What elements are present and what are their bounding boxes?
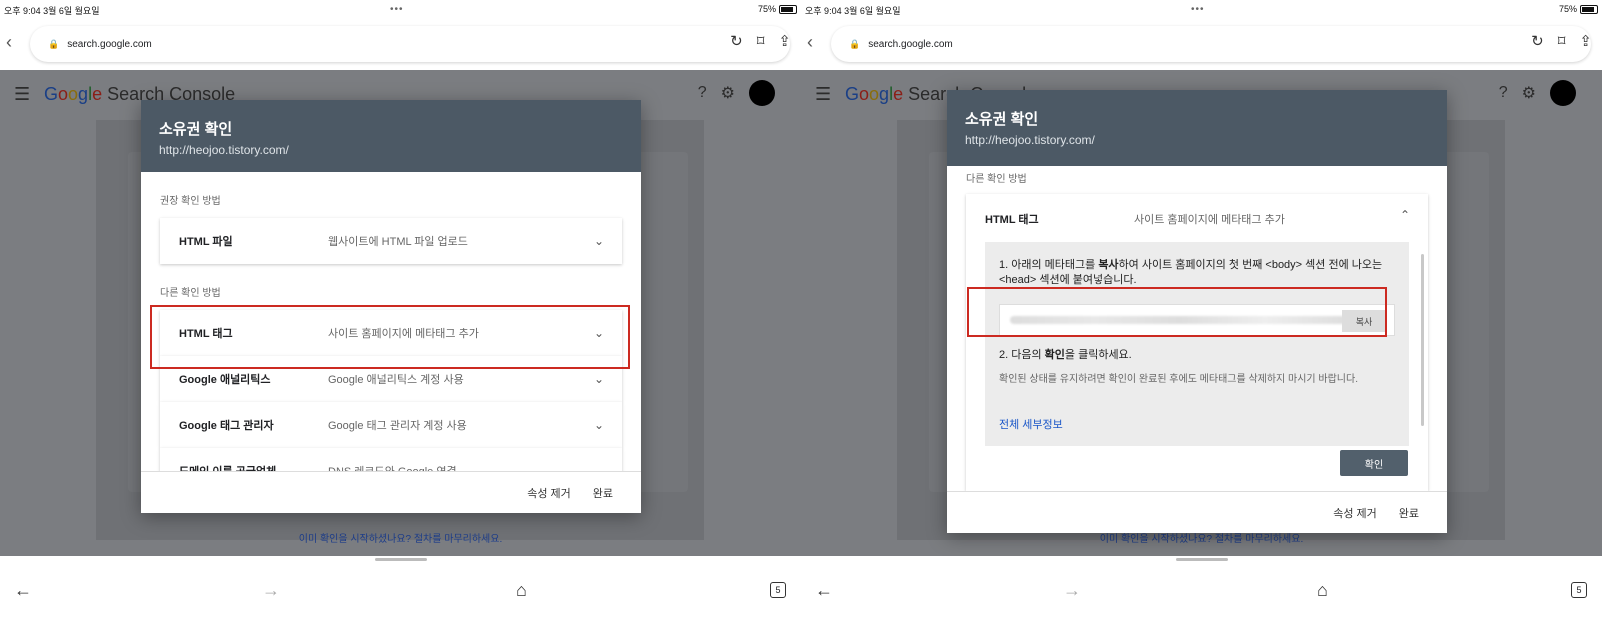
battery-icon	[779, 4, 797, 14]
right-screenshot: 오후 9:04 3월 6일 월요일 ••• 75% ‹ 🔒 search.goo…	[801, 0, 1602, 620]
method-desc: Google 애널리틱스 계정 사용	[328, 374, 464, 386]
menu-icon[interactable]: ☰	[14, 84, 30, 105]
help-icon[interactable]: ?	[1499, 84, 1508, 102]
arrow-right-icon[interactable]: →	[1063, 580, 1081, 601]
user-settings-icon[interactable]: ⚙	[721, 83, 735, 103]
lock-icon: 🔒	[849, 38, 861, 49]
left-screenshot: 오후 9:04 3월 6일 월요일 ••• 75% ‹ 🔒 search.goo…	[0, 0, 801, 620]
dialog-header: 소유권 확인 http://heojoo.tistory.com/	[141, 100, 641, 172]
browser-actions: ↻ ⌑ ⇪	[730, 32, 791, 50]
method-desc: Google 태그 관리자 계정 사용	[328, 420, 467, 432]
method-name: Google 태그 관리자	[179, 420, 274, 432]
step1-text: 1. 아래의 메타태그를 복사하여 사이트 홈페이지의 첫 번째 <body> …	[999, 259, 1383, 287]
method-html-tag-expanded: HTML 태그 사이트 홈페이지에 메타태그 추가 ⌃ 1. 아래의 메타태그를…	[966, 194, 1428, 491]
dialog-footer: 속성 제거 완료	[947, 491, 1447, 533]
method-name: 도메인 이름 공급업체	[179, 463, 276, 471]
method-name: Google 애널리틱스	[179, 374, 271, 386]
chevron-left-icon[interactable]: ‹	[807, 32, 813, 53]
highlight-box	[150, 305, 630, 369]
arrow-left-icon[interactable]: ←	[14, 580, 32, 601]
browser-actions: ↻ ⌑ ⇪	[1531, 32, 1592, 50]
done-button[interactable]: 완료	[593, 485, 613, 501]
home-indicator	[1176, 558, 1228, 561]
help-icon[interactable]: ?	[698, 84, 707, 102]
user-settings-icon[interactable]: ⚙	[1522, 83, 1536, 103]
multitask-dots[interactable]: •••	[1191, 4, 1205, 15]
full-details-link[interactable]: 전체 세부정보	[999, 416, 1063, 432]
home-icon[interactable]: ⌂	[516, 580, 527, 601]
status-bar: 오후 9:04 3월 6일 월요일 ••• 75%	[0, 0, 801, 20]
verify-button[interactable]: 확인	[1340, 450, 1408, 476]
battery-percent: 75%	[1558, 4, 1577, 14]
avatar[interactable]	[749, 80, 775, 106]
status-time: 오후 9:04 3월 6일 월요일	[4, 5, 100, 16]
reload-icon[interactable]: ↻	[1531, 32, 1544, 50]
menu-icon[interactable]: ☰	[815, 84, 831, 105]
share-icon[interactable]: ⇪	[778, 32, 791, 50]
header-icons: ? ⚙	[1499, 80, 1576, 106]
other-methods-label: 다른 확인 방법	[160, 288, 221, 299]
method-html-tag[interactable]: HTML 태그 사이트 홈페이지에 메타태그 추가 ⌃	[966, 194, 1428, 240]
method-name: HTML 태그	[985, 214, 1039, 226]
home-indicator	[375, 558, 427, 561]
dialog-url: http://heojoo.tistory.com/	[159, 143, 289, 157]
browser-url-bar: ‹ 🔒 search.google.com ↻ ⌑ ⇪	[0, 22, 801, 66]
keep-meta-note: 확인된 상태를 유지하려면 확인이 완료된 후에도 메타태그를 삭제하지 마시기…	[999, 374, 1358, 385]
method-tag-manager[interactable]: Google 태그 관리자 Google 태그 관리자 계정 사용 ⌄	[160, 402, 622, 448]
step2-text: 2. 다음의 확인을 클릭하세요.	[999, 349, 1132, 361]
bookmark-icon[interactable]: ⌑	[1558, 32, 1566, 50]
chevron-left-icon[interactable]: ‹	[6, 32, 12, 53]
browser-url-bar: ‹ 🔒 search.google.com ↻ ⌑ ⇪	[801, 22, 1602, 66]
address-field[interactable]: 🔒 search.google.com	[30, 26, 790, 62]
status-right: 75%	[1559, 4, 1598, 14]
browser-toolbar: ← → ⌂ 5	[0, 556, 801, 620]
battery-percent: 75%	[757, 4, 776, 14]
arrow-left-icon[interactable]: ←	[815, 580, 833, 601]
done-button[interactable]: 완료	[1399, 505, 1419, 521]
method-desc: DNS 레코드와 Google 연결	[328, 463, 457, 471]
home-icon[interactable]: ⌂	[1317, 580, 1328, 601]
dialog-footer: 속성 제거 완료	[141, 471, 641, 513]
bottom-link[interactable]: 이미 확인을 시작하셨나요? 절차를 마무리하세요.	[0, 530, 801, 545]
method-name: HTML 파일	[179, 236, 233, 248]
instructions-box: 1. 아래의 메타태그를 복사하여 사이트 홈페이지의 첫 번째 <body> …	[985, 242, 1409, 446]
dialog-title: 소유권 확인	[965, 111, 1039, 128]
status-time: 오후 9:04 3월 6일 월요일	[805, 5, 901, 16]
chevron-down-icon[interactable]: ⌄	[594, 418, 604, 432]
recommended-label: 권장 확인 방법	[160, 196, 221, 207]
dialog-title: 소유권 확인	[159, 121, 233, 138]
avatar[interactable]	[1550, 80, 1576, 106]
lock-icon: 🔒	[48, 38, 60, 49]
chevron-down-icon[interactable]: ⌄	[594, 234, 604, 248]
header-icons: ? ⚙	[698, 80, 775, 106]
bookmark-icon[interactable]: ⌑	[757, 32, 765, 50]
reload-icon[interactable]: ↻	[730, 32, 743, 50]
address-text: search.google.com	[868, 38, 953, 50]
chevron-down-icon[interactable]: ⌄	[594, 464, 604, 471]
status-right: 75%	[758, 4, 797, 14]
remove-property-button[interactable]: 속성 제거	[527, 485, 571, 501]
chevron-down-icon[interactable]: ⌄	[594, 372, 604, 386]
tabs-icon[interactable]: 5	[1571, 582, 1587, 598]
method-desc: 사이트 홈페이지에 메타태그 추가	[1134, 214, 1285, 226]
address-text: search.google.com	[67, 38, 152, 50]
remove-property-button[interactable]: 속성 제거	[1333, 505, 1377, 521]
tabs-icon[interactable]: 5	[770, 582, 786, 598]
other-methods-label: 다른 확인 방법	[966, 174, 1027, 185]
browser-toolbar: ← → ⌂ 5	[801, 556, 1602, 620]
dialog-header: 소유권 확인 http://heojoo.tistory.com/	[947, 90, 1447, 166]
method-desc: 웹사이트에 HTML 파일 업로드	[328, 236, 468, 248]
battery-icon	[1580, 4, 1598, 14]
highlight-box	[967, 287, 1387, 337]
method-html-file[interactable]: HTML 파일 웹사이트에 HTML 파일 업로드 ⌄	[160, 218, 622, 264]
method-domain-provider[interactable]: 도메인 이름 공급업체 DNS 레코드와 Google 연결 ⌄	[160, 448, 622, 471]
multitask-dots[interactable]: •••	[390, 4, 404, 15]
chevron-up-icon[interactable]: ⌃	[1400, 208, 1410, 222]
scrollbar[interactable]	[1421, 254, 1424, 426]
address-field[interactable]: 🔒 search.google.com	[831, 26, 1591, 62]
arrow-right-icon[interactable]: →	[262, 580, 280, 601]
dialog-url: http://heojoo.tistory.com/	[965, 133, 1095, 147]
share-icon[interactable]: ⇪	[1579, 32, 1592, 50]
status-bar: 오후 9:04 3월 6일 월요일 ••• 75%	[801, 0, 1602, 20]
